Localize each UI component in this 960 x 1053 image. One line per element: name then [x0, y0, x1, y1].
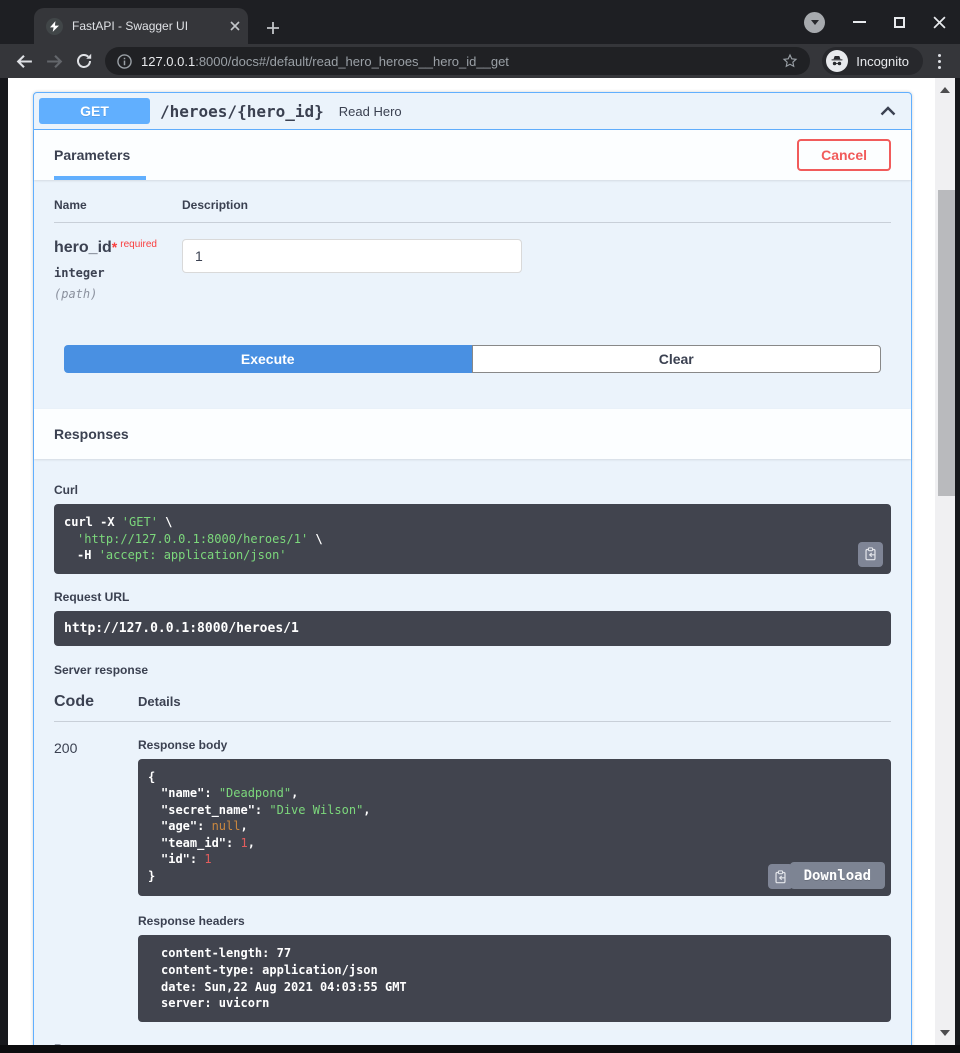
url-text[interactable]: 127.0.0.1:8000/docs#/default/read_hero_h… — [141, 54, 772, 69]
opblock-summary[interactable]: GET /heroes/{hero_id} Read Hero — [34, 93, 911, 130]
details-column-header: Details — [138, 694, 181, 709]
execute-row: Execute Clear — [34, 301, 911, 409]
parameter-location: (path) — [54, 287, 182, 301]
maximize-button[interactable] — [894, 17, 905, 28]
scrollbar-up-arrow-icon[interactable] — [940, 82, 950, 93]
browser-tab[interactable]: FastAPI - Swagger UI — [34, 8, 248, 44]
opblock-get-heroes: GET /heroes/{hero_id} Read Hero Paramete… — [33, 92, 912, 1045]
response-body-label: Response body — [138, 738, 891, 752]
incognito-icon — [826, 50, 848, 72]
browser-update-icon[interactable] — [804, 12, 825, 33]
active-tab-indicator — [54, 176, 146, 180]
server-response-table-header: Code Details — [54, 693, 891, 722]
page-info-icon[interactable] — [117, 54, 132, 69]
required-star: * — [112, 239, 117, 255]
endpoint-path: /heroes/{hero_id} — [160, 102, 324, 121]
collapse-chevron-icon[interactable] — [880, 106, 896, 116]
code-column-header: Code — [54, 693, 138, 711]
responses-header: Responses — [34, 409, 911, 459]
status-code: 200 — [54, 738, 138, 1022]
url-bar[interactable]: 127.0.0.1:8000/docs#/default/read_hero_h… — [105, 47, 810, 75]
reload-button[interactable] — [69, 47, 99, 75]
parameters-table-header: Name Description — [54, 198, 891, 223]
incognito-label: Incognito — [856, 54, 909, 69]
browser-tab-bar: FastAPI - Swagger UI — [0, 0, 960, 44]
scrollbar-thumb[interactable] — [938, 190, 955, 496]
parameters-body: Name Description hero_id*required intege… — [34, 180, 911, 301]
forward-button[interactable] — [39, 47, 69, 75]
request-url-value: http://127.0.0.1:8000/heroes/1 — [54, 611, 891, 646]
curl-label: Curl — [54, 483, 891, 497]
swagger-page: GET /heroes/{hero_id} Read Hero Paramete… — [8, 78, 935, 1045]
incognito-badge: Incognito — [822, 47, 923, 75]
response-headers-value: content-length: 77 content-type: applica… — [138, 935, 891, 1021]
server-response-label: Server response — [54, 663, 891, 677]
server-response-row: 200 Response body { "name": "Deadpond", … — [54, 738, 891, 1022]
response-body-json: { "name": "Deadpond", "secret_name": "Di… — [138, 759, 891, 897]
parameter-type: integer — [54, 266, 182, 280]
tab-title: FastAPI - Swagger UI — [72, 19, 230, 33]
curl-command: curl -X 'GET' \ 'http://127.0.0.1:8000/h… — [54, 504, 891, 574]
name-column-header: Name — [54, 198, 182, 212]
parameter-meta: hero_id*required integer (path) — [54, 239, 182, 301]
responses-section-title: Responses — [54, 426, 129, 442]
responses-wrapper: Curl curl -X 'GET' \ 'http://127.0.0.1:8… — [34, 459, 911, 1045]
scrollbar-down-arrow-icon[interactable] — [940, 1030, 950, 1041]
new-tab-button[interactable] — [266, 21, 280, 35]
parameters-header: Parameters Cancel — [34, 130, 911, 180]
download-button[interactable]: Download — [790, 862, 885, 889]
cancel-button[interactable]: Cancel — [797, 139, 891, 171]
hero-id-input[interactable] — [182, 239, 522, 273]
tab-close-icon[interactable] — [230, 21, 240, 31]
minimize-button[interactable] — [853, 21, 866, 23]
browser-menu-icon[interactable] — [927, 47, 951, 75]
parameter-row: hero_id*required integer (path) — [54, 223, 891, 301]
execute-button[interactable]: Execute — [64, 345, 472, 373]
url-path: :8000/docs#/default/read_hero_heroes__he… — [195, 54, 509, 69]
copy-curl-button[interactable] — [858, 542, 883, 567]
response-headers-label: Response headers — [138, 914, 891, 928]
tab-parameters[interactable]: Parameters — [54, 147, 130, 163]
parameter-name: hero_id*required — [54, 239, 182, 257]
clear-button[interactable]: Clear — [472, 345, 882, 373]
parameter-value-cell — [182, 239, 522, 301]
back-button[interactable] — [9, 47, 39, 75]
page-scrollbar[interactable] — [935, 78, 955, 1045]
window-controls — [804, 0, 960, 44]
description-column-header: Description — [182, 198, 248, 212]
url-host: 127.0.0.1 — [141, 54, 195, 69]
close-window-button[interactable] — [933, 16, 946, 29]
fastapi-favicon-icon — [46, 18, 63, 35]
request-url-label: Request URL — [54, 590, 891, 604]
bookmark-star-icon[interactable] — [782, 53, 798, 69]
browser-toolbar: 127.0.0.1:8000/docs#/default/read_hero_h… — [0, 44, 960, 78]
required-label: required — [120, 239, 157, 250]
window-bottom-edge — [0, 1045, 960, 1053]
endpoint-summary: Read Hero — [339, 104, 402, 119]
server-response-details: Response body { "name": "Deadpond", "sec… — [138, 738, 891, 1022]
method-badge: GET — [39, 98, 150, 124]
